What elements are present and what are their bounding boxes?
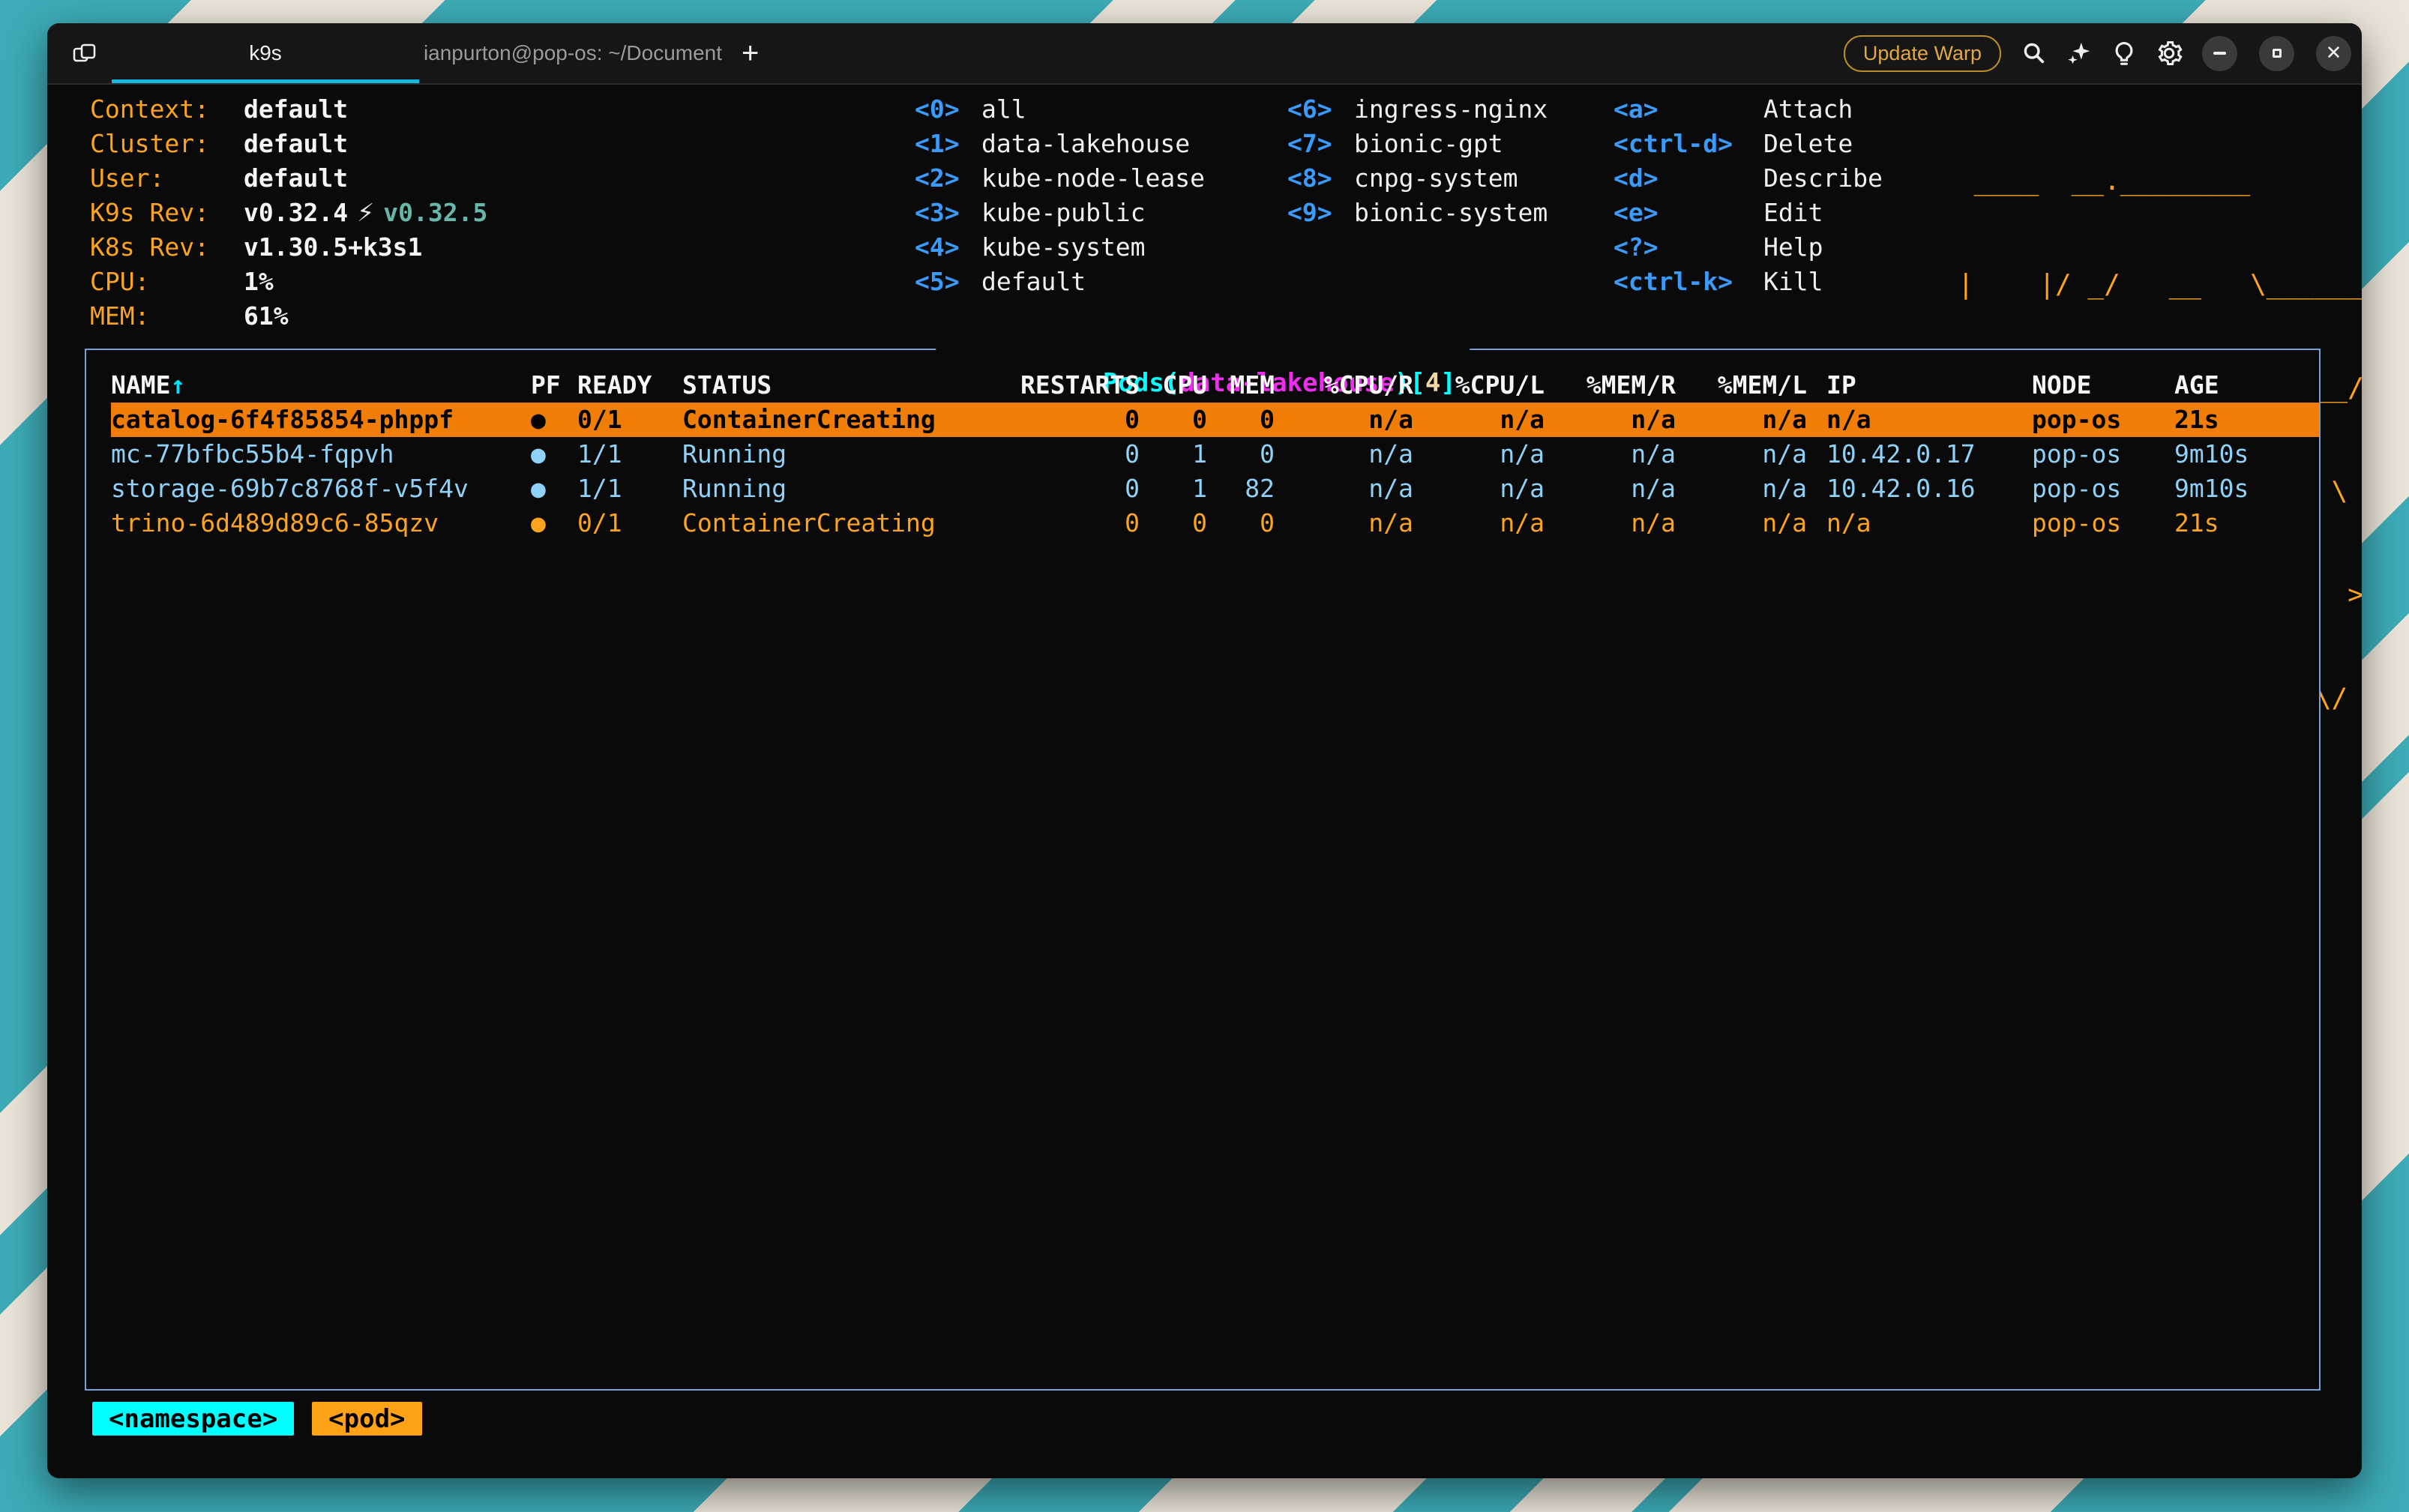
terminal-content: Context:default Cluster:default User:def… — [47, 85, 2362, 1477]
table-header-row[interactable]: NAME↑ PF READY STATUS RESTARTS CPU MEM %… — [111, 368, 2319, 403]
shortcut-delete[interactable]: <ctrl-d>Delete — [1613, 127, 1883, 161]
table-row[interactable]: trino-6d489d89c6-85qzv ● 0/1 ContainerCr… — [111, 506, 2319, 540]
new-tab-button[interactable]: + — [742, 38, 759, 68]
column-header-mem[interactable]: MEM — [1207, 368, 1275, 403]
info-context: Context:default — [90, 92, 487, 127]
maximize-button[interactable] — [2259, 36, 2294, 71]
workspace-windows-icon[interactable] — [73, 43, 97, 64]
column-header-restarts[interactable]: RESTARTS — [997, 368, 1140, 403]
column-header-mem-l[interactable]: %MEM/L — [1676, 368, 1807, 403]
pods-rows: NAME↑ PF READY STATUS RESTARTS CPU MEM %… — [111, 368, 2319, 540]
active-tab-underline — [112, 79, 419, 83]
upgrade-version: v0.32.5 — [383, 198, 487, 227]
namespace-item[interactable]: <8>cnpg-system — [1287, 161, 1548, 196]
info-user: User:default — [90, 161, 487, 196]
tab-label: ianpurton@pop-os: ~/Document — [424, 41, 722, 65]
pod-status-dot: ● — [531, 506, 577, 540]
minimize-button[interactable] — [2202, 36, 2237, 71]
namespace-item[interactable]: <4>kube-system — [915, 230, 1205, 265]
cluster-info: Context:default Cluster:default User:def… — [90, 92, 487, 334]
tab-shell[interactable]: ianpurton@pop-os: ~/Document — [419, 23, 727, 83]
pod-status-dot: ● — [531, 403, 577, 437]
namespace-item[interactable]: <7>bionic-gpt — [1287, 127, 1548, 161]
table-row[interactable]: mc-77bfbc55b4-fqpvh ● 1/1 Running 0 1 0 … — [111, 437, 2319, 472]
crumb-pod[interactable]: <pod> — [312, 1402, 421, 1436]
info-cluster: Cluster:default — [90, 127, 487, 161]
titlebar[interactable]: k9s ianpurton@pop-os: ~/Document + Updat… — [47, 23, 2362, 85]
crumb-namespace[interactable]: <namespace> — [92, 1402, 294, 1436]
command-shortcuts: <a>Attach <ctrl-d>Delete <d>Describe <e>… — [1613, 92, 1883, 299]
column-header-cpu-l[interactable]: %CPU/L — [1413, 368, 1545, 403]
shortcut-describe[interactable]: <d>Describe — [1613, 161, 1883, 196]
namespace-item[interactable]: <9>bionic-system — [1287, 196, 1548, 230]
namespace-item[interactable]: <6>ingress-nginx — [1287, 92, 1548, 127]
pod-status-dot: ● — [531, 437, 577, 472]
shortcut-edit[interactable]: <e>Edit — [1613, 196, 1883, 230]
search-icon[interactable] — [2021, 40, 2048, 67]
info-k9s-rev: K9s Rev:v0.32.4⚡v0.32.5 — [90, 196, 487, 230]
breadcrumb: <namespace> <pod> — [92, 1402, 422, 1436]
info-k8s-rev: K8s Rev:v1.30.5+k3s1 — [90, 230, 487, 265]
tab-bar: k9s ianpurton@pop-os: ~/Document — [112, 23, 727, 83]
shortcut-help[interactable]: <?>Help — [1613, 230, 1883, 265]
minimize-icon — [2213, 52, 2226, 55]
namespace-item[interactable]: <5>default — [915, 265, 1205, 299]
table-row[interactable]: storage-69b7c8768f-v5f4v ● 1/1 Running 0… — [111, 472, 2319, 506]
shortcut-kill[interactable]: <ctrl-k>Kill — [1613, 265, 1883, 299]
warp-terminal-window: k9s ianpurton@pop-os: ~/Document + Updat… — [47, 23, 2362, 1478]
sort-ascending-icon: ↑ — [170, 370, 185, 400]
close-icon: ✕ — [2326, 43, 2342, 63]
table-row[interactable]: catalog-6f4f85854-phppf ● 0/1 ContainerC… — [111, 403, 2319, 437]
tab-k9s[interactable]: k9s — [112, 23, 419, 83]
column-header-pf[interactable]: PF — [531, 368, 577, 403]
namespace-item[interactable]: <2>kube-node-lease — [915, 161, 1205, 196]
maximize-icon — [2273, 49, 2282, 58]
column-header-ip[interactable]: IP — [1807, 368, 2032, 403]
tab-label: k9s — [249, 41, 282, 65]
update-warp-button[interactable]: Update Warp — [1844, 35, 2001, 72]
column-header-cpu[interactable]: CPU — [1140, 368, 1207, 403]
namespace-item[interactable]: <1>data-lakehouse — [915, 127, 1205, 161]
pod-status-dot: ● — [531, 472, 577, 506]
close-button[interactable]: ✕ — [2316, 36, 2351, 71]
pods-table: Pods(data-lakehouse)[4] NAME↑ PF READY S… — [85, 349, 2321, 1391]
namespace-hotkeys-col2: <6>ingress-nginx <7>bionic-gpt <8>cnpg-s… — [1287, 92, 1548, 230]
info-mem: MEM:61% — [90, 299, 487, 334]
namespace-item[interactable]: <0>all — [915, 92, 1205, 127]
info-cpu: CPU:1% — [90, 265, 487, 299]
namespace-hotkeys-col1: <0>all <1>data-lakehouse <2>kube-node-le… — [915, 92, 1205, 299]
upgrade-lightning-icon: ⚡ — [348, 198, 383, 227]
column-header-name[interactable]: NAME↑ — [111, 368, 531, 403]
titlebar-icons — [2021, 40, 2183, 67]
settings-gear-icon[interactable] — [2156, 40, 2183, 67]
column-header-node[interactable]: NODE — [2032, 368, 2174, 403]
column-header-status[interactable]: STATUS — [682, 368, 997, 403]
namespace-item[interactable]: <3>kube-public — [915, 196, 1205, 230]
ai-sparkles-icon[interactable] — [2066, 40, 2093, 67]
tips-lightbulb-icon[interactable] — [2111, 40, 2138, 67]
column-header-mem-r[interactable]: %MEM/R — [1545, 368, 1676, 403]
column-header-age[interactable]: AGE — [2174, 368, 2309, 403]
column-header-ready[interactable]: READY — [577, 368, 682, 403]
column-header-cpu-r[interactable]: %CPU/R — [1275, 368, 1413, 403]
shortcut-attach[interactable]: <a>Attach — [1613, 92, 1883, 127]
window-controls: ✕ — [2202, 36, 2351, 71]
